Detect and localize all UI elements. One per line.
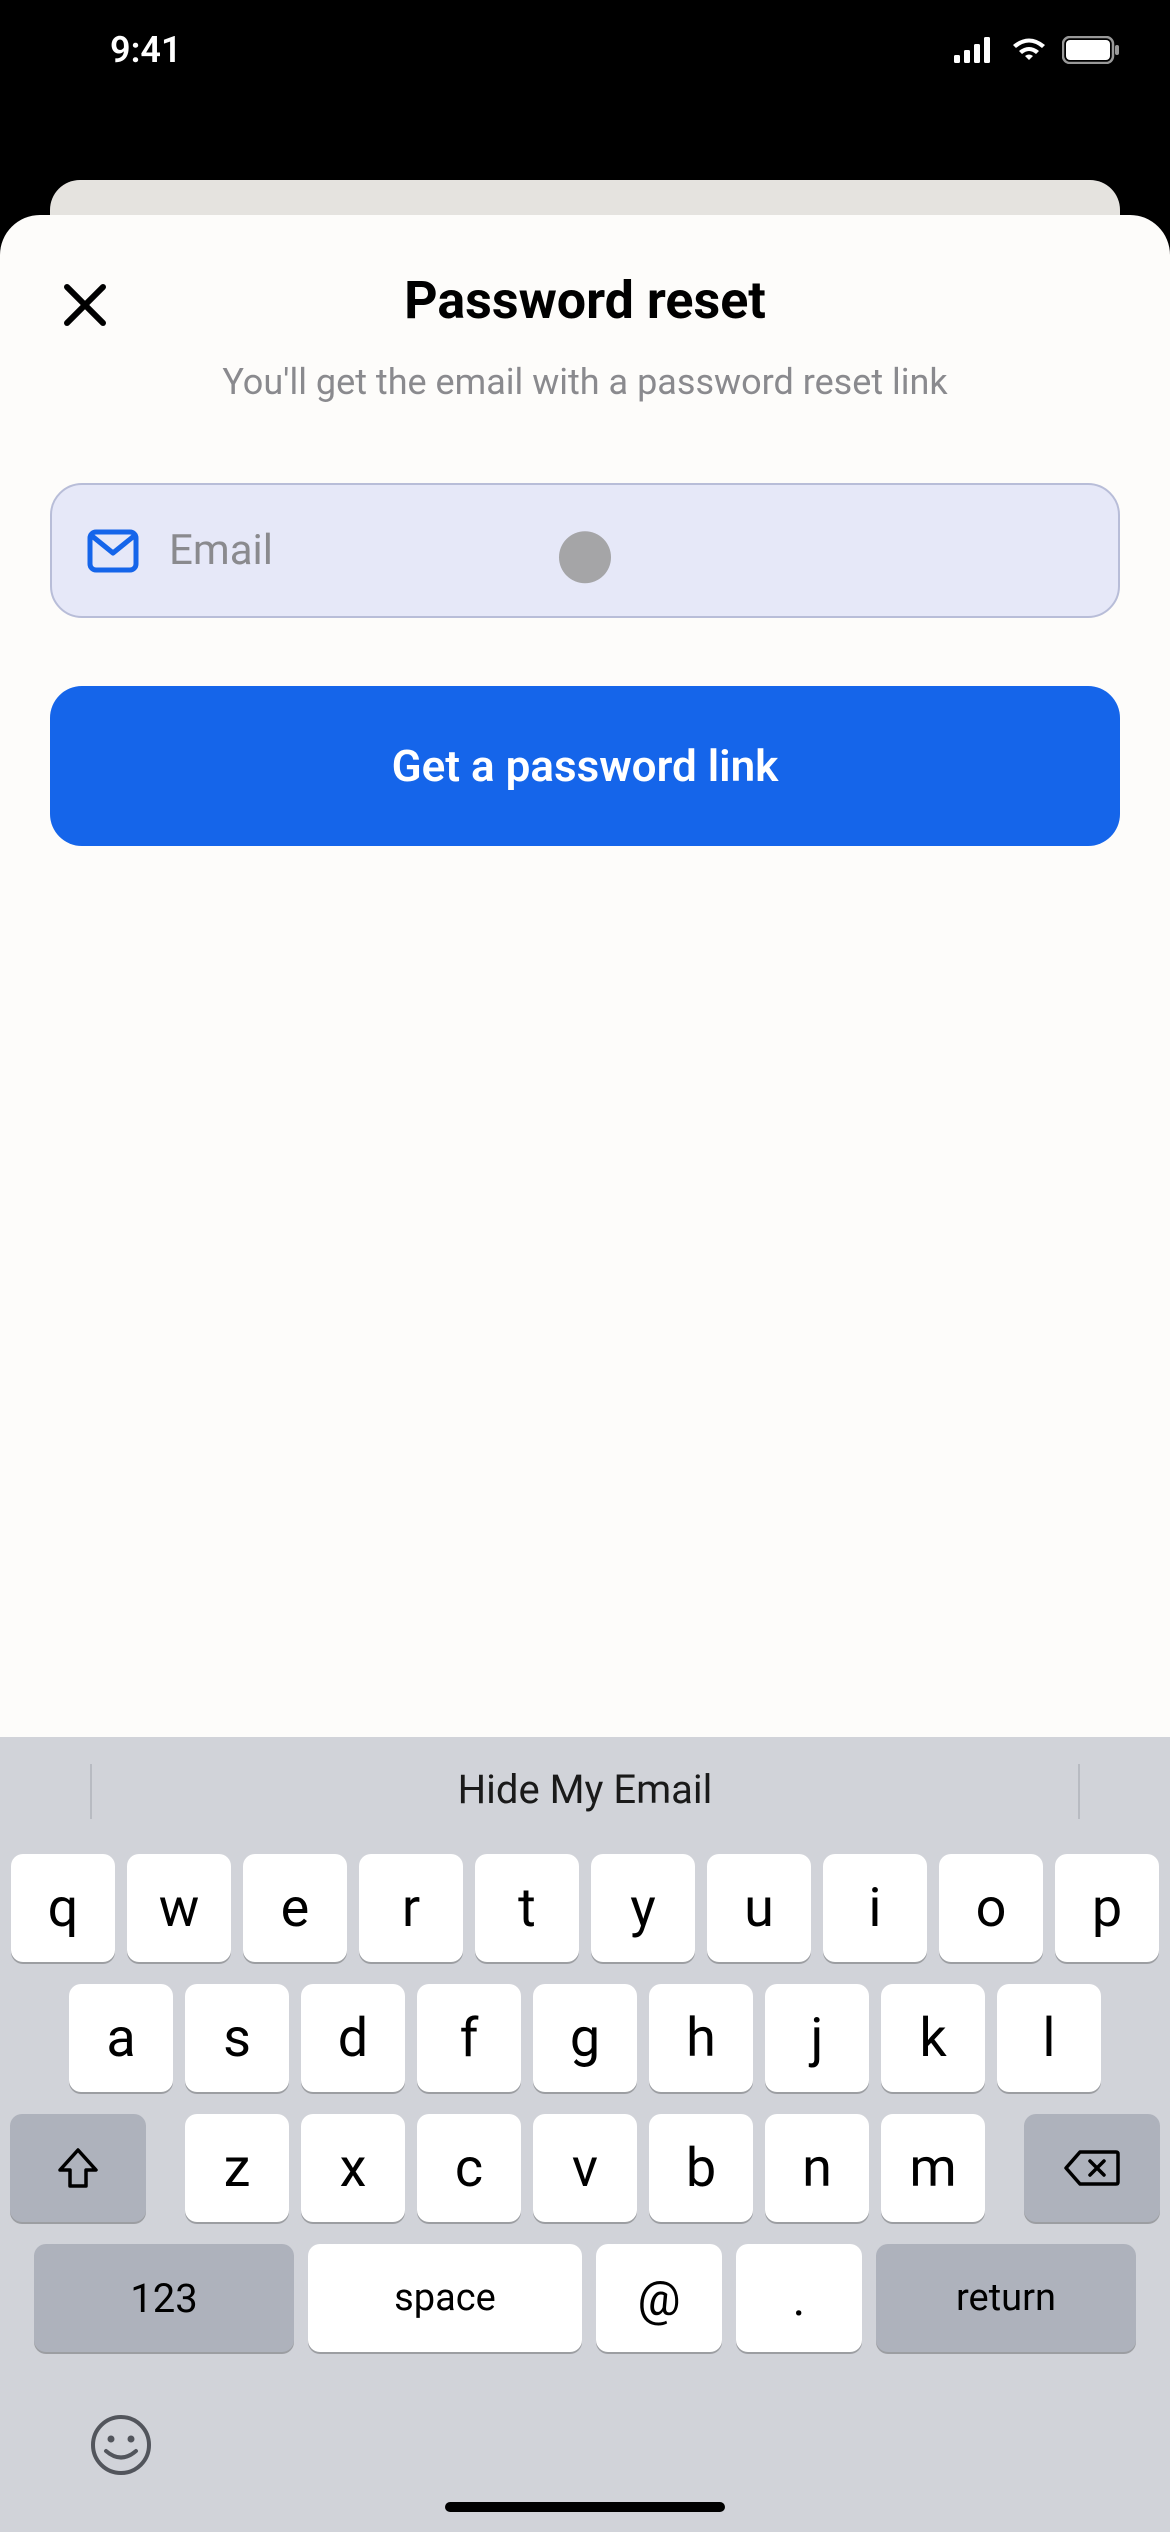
wifi-icon [1010, 36, 1048, 64]
home-indicator[interactable] [445, 2502, 725, 2512]
key-p[interactable]: p [1055, 1854, 1159, 1962]
keyboard: Hide My Email q w e r t y u i o p a s d [0, 1737, 1170, 2532]
status-bar: 9:41 [0, 0, 1170, 100]
key-r[interactable]: r [359, 1854, 463, 1962]
key-e[interactable]: e [243, 1854, 347, 1962]
key-k[interactable]: k [881, 1984, 985, 2092]
close-icon [61, 281, 109, 329]
key-backspace[interactable] [1024, 2114, 1160, 2222]
key-dot[interactable]: . [736, 2244, 862, 2352]
backspace-icon [1064, 2148, 1120, 2188]
key-t[interactable]: t [475, 1854, 579, 1962]
emoji-button[interactable] [90, 2414, 152, 2492]
keyboard-row-4: 123 space @ . return [10, 2244, 1160, 2352]
key-c[interactable]: c [417, 2114, 521, 2222]
keyboard-suggestion-bar: Hide My Email [0, 1737, 1170, 1842]
keyboard-rows: q w e r t y u i o p a s d f g h j k [0, 1842, 1170, 2352]
key-g[interactable]: g [533, 1984, 637, 2092]
key-s[interactable]: s [185, 1984, 289, 2092]
key-q[interactable]: q [11, 1854, 115, 1962]
touch-indicator [559, 531, 611, 583]
key-at[interactable]: @ [596, 2244, 722, 2352]
modal-sheet: Password reset You'll get the email with… [0, 215, 1170, 2532]
close-button[interactable] [55, 275, 115, 335]
key-v[interactable]: v [533, 2114, 637, 2222]
key-f[interactable]: f [417, 1984, 521, 2092]
key-n[interactable]: n [765, 2114, 869, 2222]
key-w[interactable]: w [127, 1854, 231, 1962]
key-m[interactable]: m [881, 2114, 985, 2222]
key-h[interactable]: h [649, 1984, 753, 2092]
status-time: 9:41 [50, 29, 182, 71]
cellular-icon [954, 37, 996, 63]
battery-icon [1062, 36, 1120, 64]
email-field[interactable] [169, 526, 1083, 575]
key-return[interactable]: return [876, 2244, 1136, 2352]
key-o[interactable]: o [939, 1854, 1043, 1962]
key-y[interactable]: y [591, 1854, 695, 1962]
email-input-wrapper[interactable] [50, 483, 1120, 618]
keyboard-suggestion[interactable]: Hide My Email [458, 1766, 713, 1813]
key-i[interactable]: i [823, 1854, 927, 1962]
shift-icon [56, 2146, 100, 2190]
key-x[interactable]: x [301, 2114, 405, 2222]
subtitle: You'll get the email with a password res… [0, 361, 1170, 403]
key-space[interactable]: space [308, 2244, 582, 2352]
keyboard-row-1: q w e r t y u i o p [10, 1854, 1160, 1962]
key-d[interactable]: d [301, 1984, 405, 2092]
submit-button[interactable]: Get a password link [50, 686, 1120, 846]
modal-header: Password reset [0, 215, 1170, 331]
keyboard-row-3: z x c v b n m [10, 2114, 1160, 2222]
key-shift[interactable] [10, 2114, 146, 2222]
key-l[interactable]: l [997, 1984, 1101, 2092]
key-b[interactable]: b [649, 2114, 753, 2222]
emoji-icon [90, 2414, 152, 2476]
page-title: Password reset [0, 270, 1170, 331]
status-right-icons [954, 36, 1120, 64]
key-a[interactable]: a [69, 1984, 173, 2092]
key-j[interactable]: j [765, 1984, 869, 2092]
key-u[interactable]: u [707, 1854, 811, 1962]
key-numbers[interactable]: 123 [34, 2244, 294, 2352]
keyboard-row-2: a s d f g h j k l [10, 1984, 1160, 2092]
mail-icon [87, 529, 139, 573]
key-z[interactable]: z [185, 2114, 289, 2222]
keyboard-bottom [0, 2374, 1170, 2492]
